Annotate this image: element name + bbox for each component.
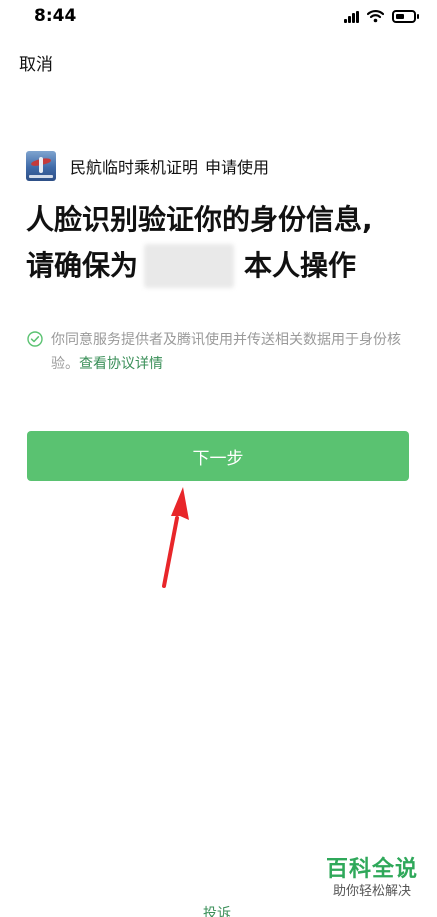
requesting-app: 民航临时乘机证明 申请使用 (26, 151, 269, 181)
check-circle-icon[interactable] (27, 331, 43, 347)
cancel-button[interactable]: 取消 (19, 50, 53, 75)
consent-text: 你同意服务提供者及腾讯使用并传送相关数据用于身份核验。查看协议详情 (51, 328, 416, 376)
next-step-button[interactable]: 下一步 (27, 431, 409, 481)
cellular-signal-icon (344, 11, 361, 23)
wifi-icon (367, 9, 384, 23)
title-line-2: 请确保为 本人操作 (26, 243, 421, 289)
status-bar: 8:44 (0, 0, 437, 36)
red-arrow-annotation (162, 487, 189, 588)
status-time: 8:44 (34, 6, 77, 26)
consent-notice: 你同意服务提供者及腾讯使用并传送相关数据用于身份核验。查看协议详情 (27, 328, 422, 376)
title-line-1: 人脸识别验证你的身份信息, (26, 203, 373, 236)
watermark-title: 百科全说 (325, 857, 418, 882)
battery-icon (392, 10, 419, 23)
view-agreement-link[interactable]: 查看协议详情 (79, 356, 163, 372)
watermark-subtitle: 助你轻松解决 (332, 884, 411, 899)
blurred-user-name (144, 244, 235, 288)
page-title: 人脸识别验证你的身份信息, 请确保为 本人操作 (26, 197, 421, 289)
title-line-2-suffix: 本人操作 (244, 249, 357, 282)
battery-level (396, 14, 404, 19)
complaint-link[interactable]: 投诉 (203, 903, 231, 917)
airplane-logo-icon (26, 151, 56, 181)
watermark: 百科全说 助你轻松解决 (313, 857, 431, 901)
title-line-2-prefix: 请确保为 (26, 249, 139, 282)
app-name: 民航临时乘机证明 (70, 158, 199, 177)
app-request-text: 申请使用 (205, 158, 270, 177)
